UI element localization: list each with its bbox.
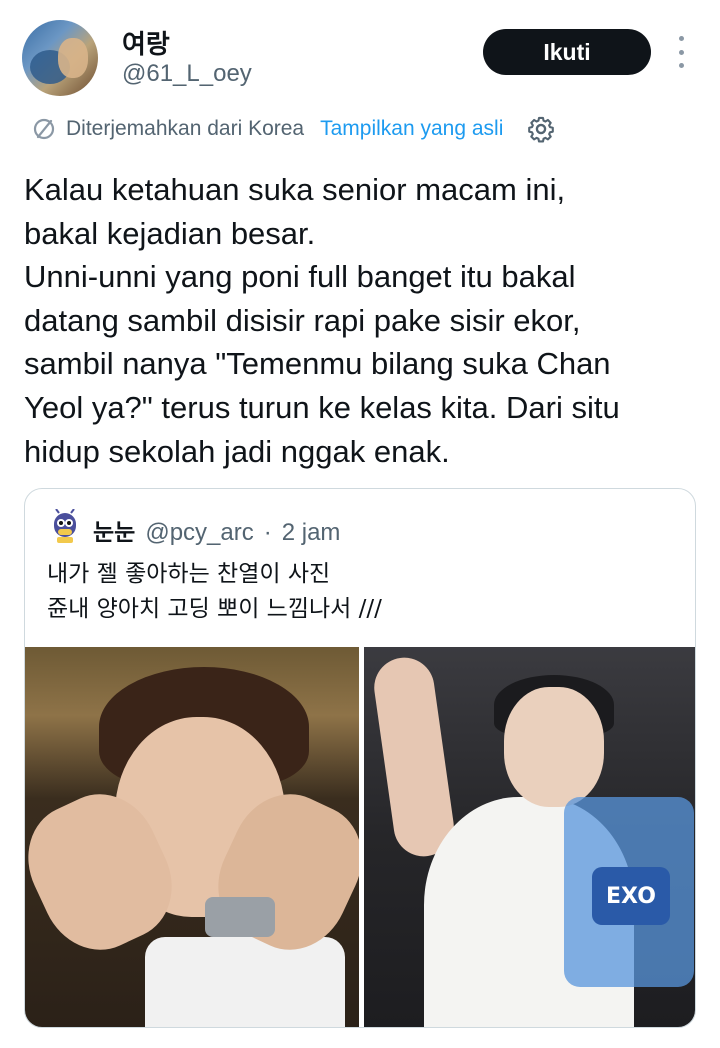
author-display-name[interactable]: 여랑 <box>122 24 170 61</box>
quote-text: 내가 젤 좋아하는 찬열이 사진 쥰내 양아치 고딩 뽀이 느낌나서 /// <box>47 561 382 622</box>
follow-button[interactable]: Ikuti <box>483 29 651 75</box>
quoted-tweet[interactable]: 눈눈 @pcy_arc · 2 jam 내가 젤 좋아하는 찬열이 사진 쥰내 … <box>24 488 696 1028</box>
show-original-link[interactable]: Tampilkan yang asli <box>320 117 503 141</box>
dot <box>678 36 684 41</box>
quote-avatar[interactable] <box>49 509 81 545</box>
dot <box>678 63 684 68</box>
dot <box>678 49 684 55</box>
photo-left[interactable] <box>25 647 359 1027</box>
author-handle[interactable]: @61_L_oey <box>122 60 252 88</box>
quote-media: EXO <box>25 647 695 1027</box>
separator-dot: · <box>263 519 272 546</box>
author-avatar[interactable] <box>22 20 98 96</box>
more-options-icon[interactable] <box>673 36 689 68</box>
quote-timestamp[interactable]: 2 jam <box>282 519 341 547</box>
photo-shape <box>205 897 275 937</box>
photo-badge-text: EXO <box>592 867 670 925</box>
photo-shape <box>145 937 345 1027</box>
quote-header: 눈눈 @pcy_arc · 2 jam <box>93 513 340 547</box>
photo-shape <box>370 653 458 861</box>
translation-bar: Diterjemahkan dari Korea Tampilkan yang … <box>32 114 555 144</box>
photo-shape <box>504 687 604 807</box>
photo-right[interactable]: EXO <box>364 647 695 1027</box>
tweet-text: Kalau ketahuan suka senior macam ini, ba… <box>24 172 620 469</box>
quote-display-name[interactable]: 눈눈 <box>93 513 135 547</box>
translated-from-label: Diterjemahkan dari Korea <box>66 117 305 140</box>
avatar-shape <box>58 38 88 78</box>
gear-icon[interactable] <box>527 115 555 143</box>
quote-handle[interactable]: @pcy_arc <box>145 519 253 547</box>
tweet: 여랑 @61_L_oey Ikuti Diterjemahkan dari Ko… <box>0 0 720 1048</box>
translate-icon <box>33 118 55 140</box>
